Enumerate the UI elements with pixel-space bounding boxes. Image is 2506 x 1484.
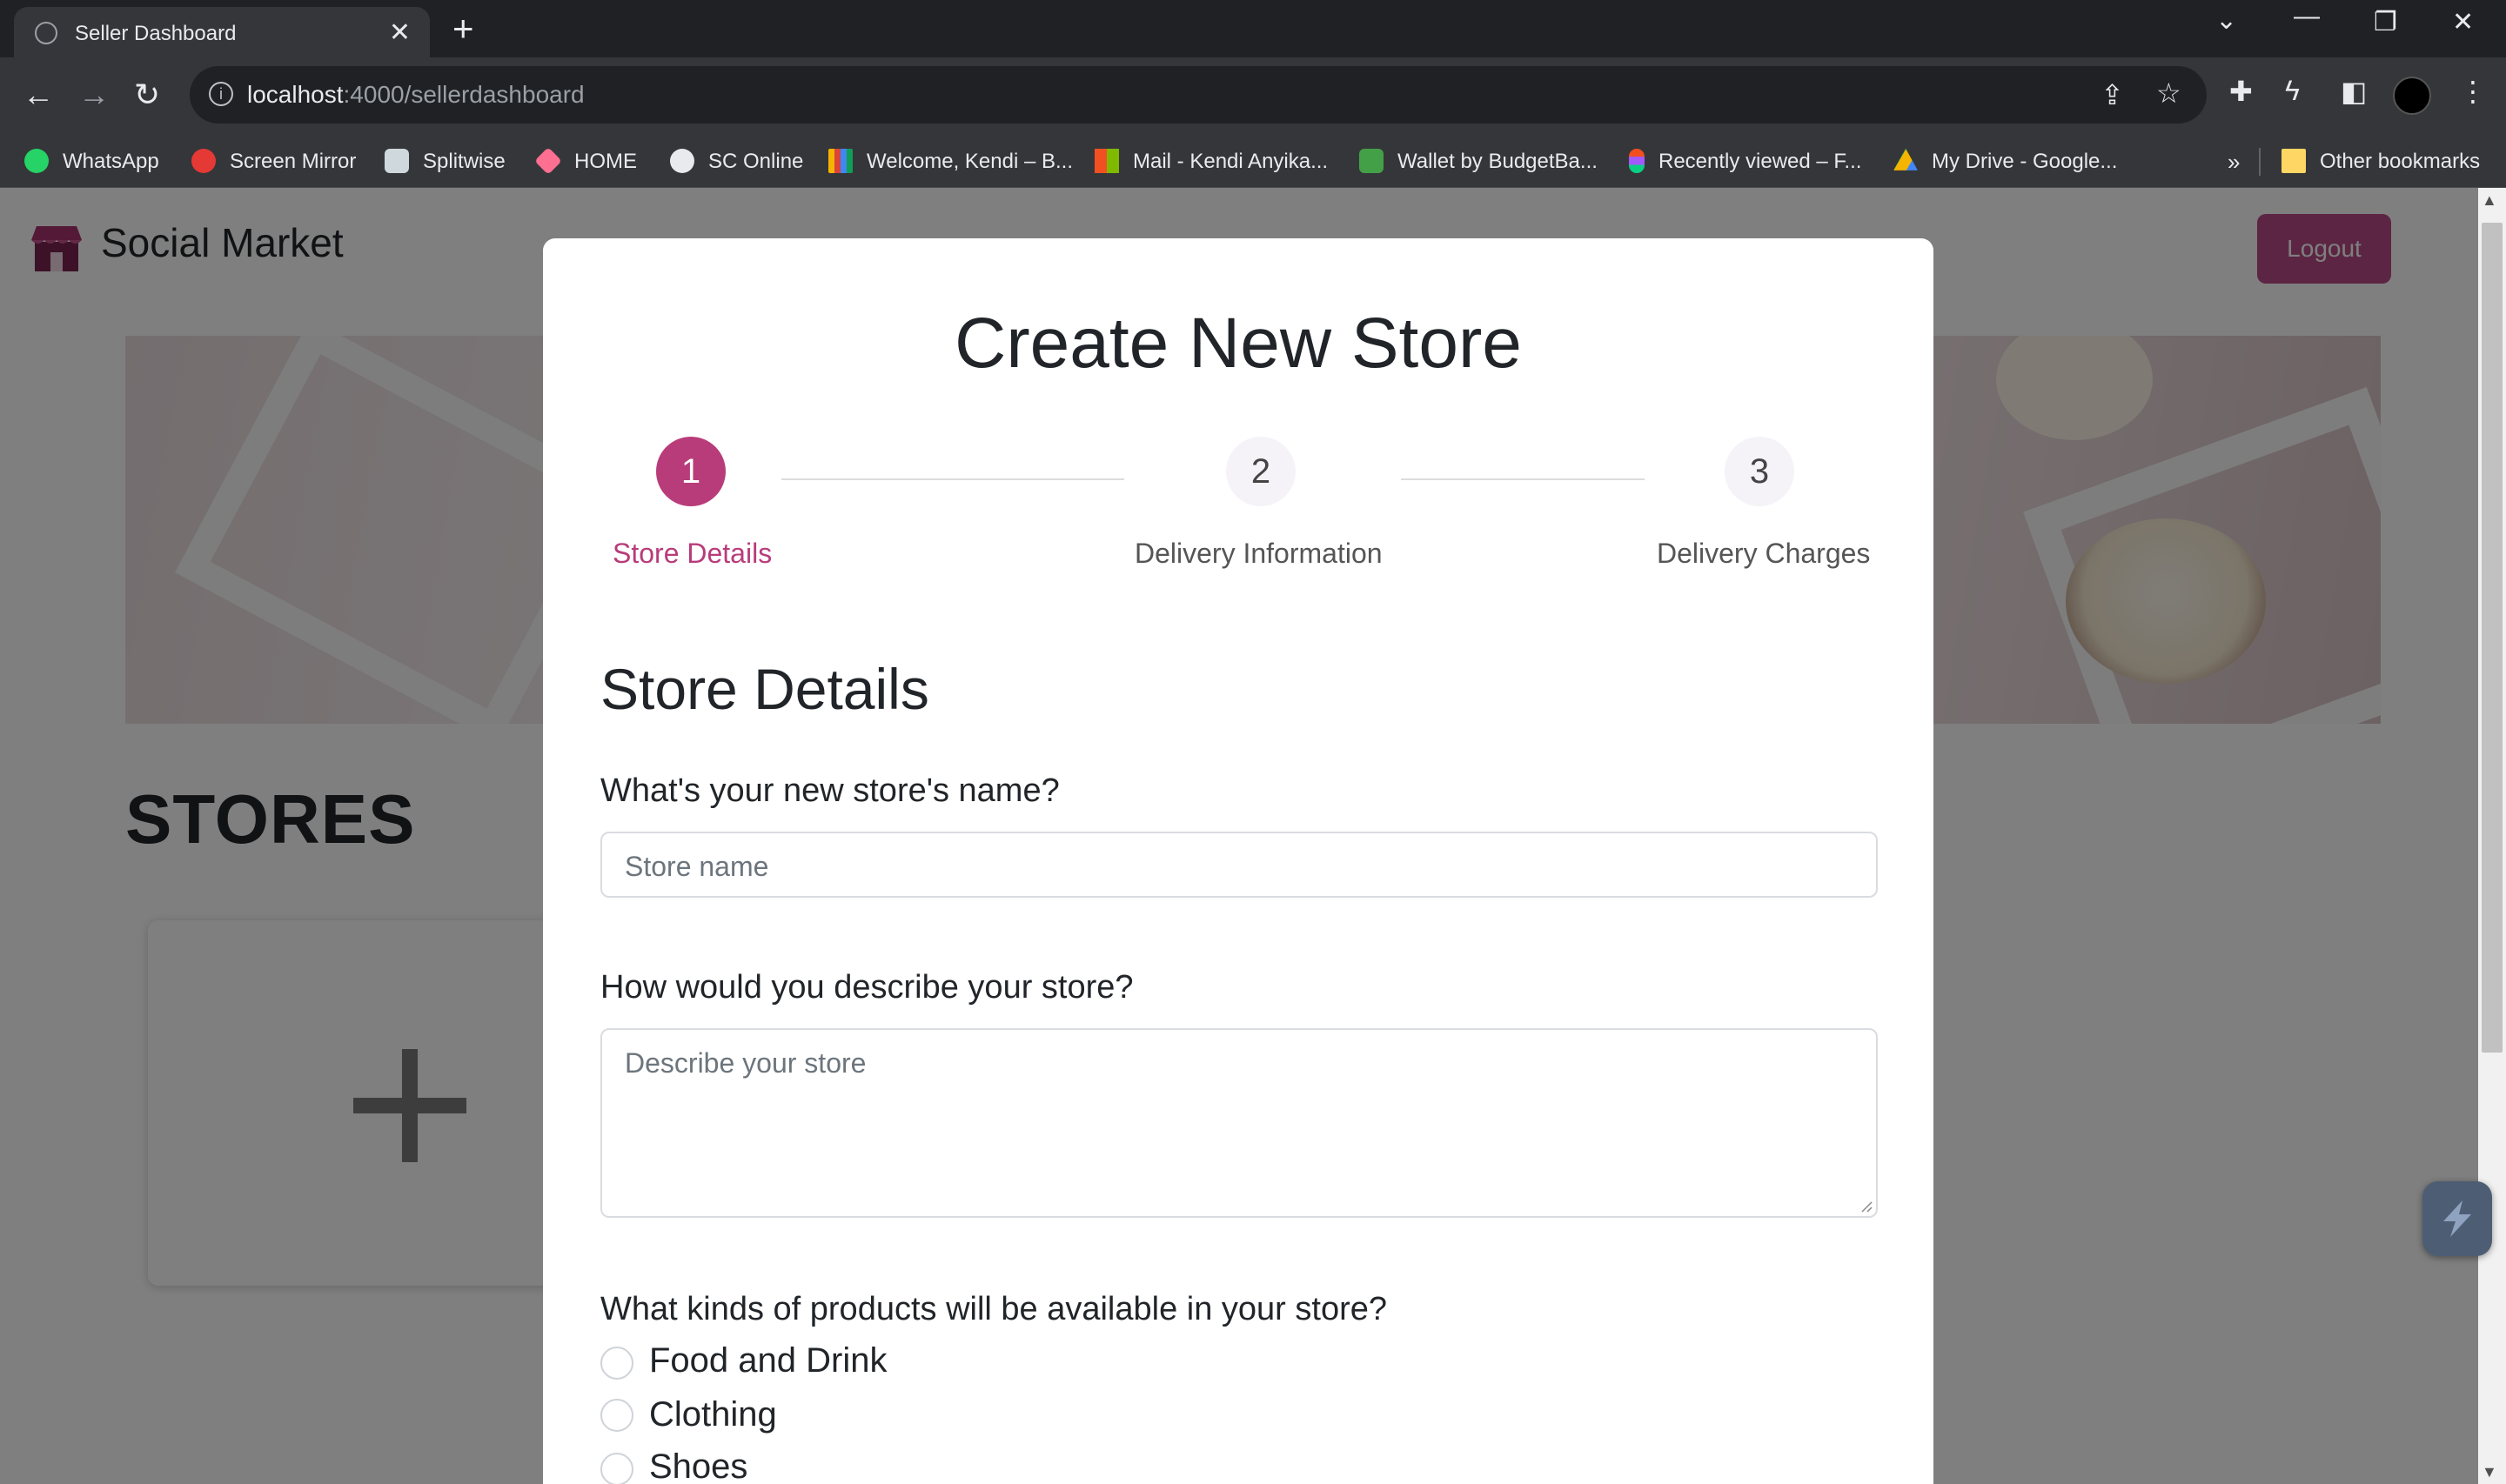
- back-icon[interactable]: ←: [23, 77, 54, 113]
- bookmark-home[interactable]: HOME: [534, 136, 637, 188]
- restore-icon[interactable]: ❐: [2374, 7, 2397, 37]
- other-bookmarks[interactable]: Other bookmarks: [2282, 136, 2480, 188]
- google-drive-icon: [1893, 148, 1918, 170]
- bookmark-whatsapp[interactable]: WhatsApp: [24, 136, 159, 188]
- bookmark-welcome-kendi[interactable]: Welcome, Kendi – B...: [828, 136, 1073, 188]
- store-description-placeholder: Describe your store: [625, 1047, 867, 1079]
- scrollbar-thumb[interactable]: [2482, 223, 2503, 1053]
- tab-title: Seller Dashboard: [75, 22, 237, 45]
- figma-icon: [1629, 148, 1645, 173]
- microsoft-icon: [1095, 148, 1119, 173]
- scroll-up-arrow-icon[interactable]: ▲: [2482, 191, 2497, 210]
- product-types-label: What kinds of products will be available…: [600, 1291, 1388, 1327]
- globe-icon: [35, 22, 57, 44]
- splitwise-icon: [385, 148, 409, 173]
- modal-title: Create New Store: [955, 304, 1522, 383]
- step-1-indicator[interactable]: 1: [656, 437, 726, 506]
- close-window-icon[interactable]: ✕: [2452, 7, 2474, 37]
- option-clothing-label[interactable]: Clothing: [649, 1395, 777, 1434]
- floating-assistant-button[interactable]: [2422, 1181, 2492, 1256]
- radio-clothing[interactable]: [600, 1399, 633, 1432]
- browser-toolbar: ← → ↻ i localhost:4000/sellerdashboard ⇪…: [0, 57, 2506, 136]
- bookmarks-bar: WhatsApp Screen Mirror Splitwise HOME SC…: [0, 136, 2506, 188]
- section-title: Store Details: [600, 657, 929, 721]
- extension-bolt-icon[interactable]: ϟ: [2285, 75, 2300, 107]
- bookmarks-overflow-button[interactable]: »: [2228, 136, 2240, 188]
- step-2-indicator[interactable]: 2: [1226, 437, 1296, 506]
- minimize-icon[interactable]: —: [2294, 2, 2320, 31]
- bookmark-wallet[interactable]: Wallet by BudgetBa...: [1359, 136, 1598, 188]
- bookmark-screen-mirror[interactable]: Screen Mirror: [191, 136, 356, 188]
- address-bar[interactable]: i localhost:4000/sellerdashboard ⇪ ☆: [190, 66, 2207, 124]
- bookmark-star-icon[interactable]: ☆: [2156, 77, 2181, 110]
- chart-bars-icon: [828, 148, 853, 173]
- step-connector: [1401, 478, 1645, 480]
- store-description-label: How would you describe your store?: [600, 969, 1134, 1006]
- step-3-label: Delivery Charges: [1657, 538, 1871, 569]
- screen-mirror-icon: [191, 148, 216, 173]
- folder-icon: [2282, 148, 2306, 173]
- radio-food-and-drink[interactable]: [600, 1347, 633, 1380]
- menu-icon[interactable]: ⋮: [2459, 75, 2487, 108]
- close-tab-icon[interactable]: ✕: [389, 17, 411, 48]
- forward-icon[interactable]: →: [78, 77, 110, 113]
- browser-tab-strip: Seller Dashboard ✕ + ⌄ — ❐ ✕: [0, 0, 2506, 57]
- step-connector: [781, 478, 1124, 480]
- resize-handle-icon[interactable]: [1859, 1199, 1873, 1213]
- url-text[interactable]: localhost:4000/sellerdashboard: [247, 81, 585, 109]
- wallet-icon: [1359, 148, 1384, 173]
- bookmark-splitwise[interactable]: Splitwise: [385, 136, 506, 188]
- profile-avatar[interactable]: [2393, 77, 2431, 115]
- bolt-widget-icon: [2443, 1200, 2471, 1237]
- step-3-indicator[interactable]: 3: [1725, 437, 1794, 506]
- new-tab-button[interactable]: +: [452, 8, 474, 50]
- bookmark-recently-viewed[interactable]: Recently viewed – F...: [1629, 136, 1861, 188]
- side-panel-icon[interactable]: ◧: [2341, 75, 2367, 108]
- scroll-down-arrow-icon[interactable]: ▼: [2482, 1463, 2497, 1481]
- store-name-label: What's your new store's name?: [600, 772, 1060, 809]
- store-name-placeholder: Store name: [625, 851, 769, 882]
- step-2-label: Delivery Information: [1135, 538, 1383, 569]
- store-name-input[interactable]: Store name: [600, 832, 1878, 898]
- site-info-icon[interactable]: i: [209, 82, 233, 106]
- whatsapp-icon: [24, 148, 49, 173]
- bookmark-mail[interactable]: Mail - Kendi Anyika...: [1095, 136, 1328, 188]
- bookmarks-divider: [2259, 148, 2261, 176]
- bookmark-my-drive[interactable]: My Drive - Google...: [1893, 136, 2117, 188]
- option-shoes-label[interactable]: Shoes: [649, 1447, 747, 1484]
- option-food-and-drink-label[interactable]: Food and Drink: [649, 1341, 887, 1380]
- step-1-label: Store Details: [613, 538, 773, 569]
- radio-shoes[interactable]: [600, 1453, 633, 1484]
- bookmark-sc-online[interactable]: SC Online: [670, 136, 803, 188]
- share-icon[interactable]: ⇪: [2101, 78, 2124, 111]
- tab-search-icon[interactable]: ⌄: [2215, 5, 2237, 36]
- browser-tab[interactable]: Seller Dashboard ✕: [14, 7, 430, 57]
- create-store-modal: Create New Store 1 2 3 Store Details Del…: [543, 238, 1933, 1484]
- globe-icon: [670, 148, 694, 173]
- home-bookmark-icon: [534, 146, 562, 175]
- reload-icon[interactable]: ↻: [134, 77, 160, 113]
- store-description-textarea[interactable]: Describe your store: [600, 1028, 1878, 1218]
- extensions-icon[interactable]: ✚: [2229, 75, 2253, 108]
